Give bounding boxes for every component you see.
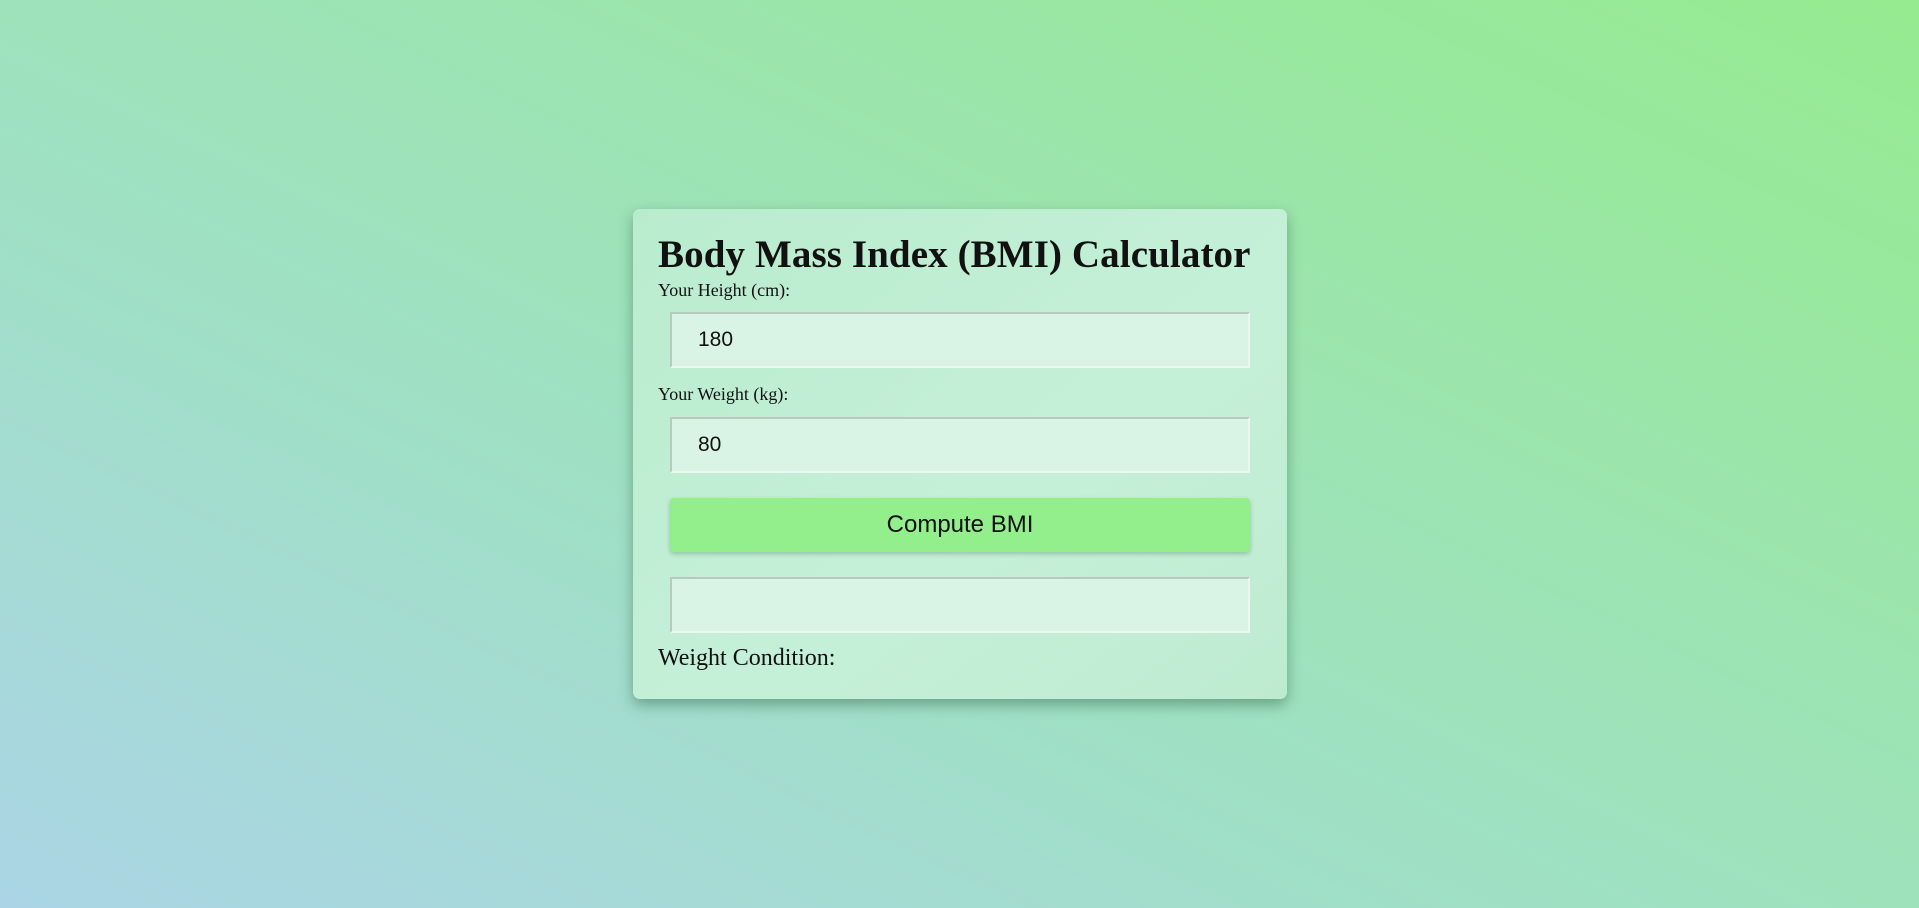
bmi-calculator-card: Body Mass Index (BMI) Calculator Your He… (633, 209, 1287, 699)
height-label: Your Height (cm): (658, 280, 791, 300)
weight-input[interactable] (670, 417, 1250, 473)
page-title: Body Mass Index (BMI) Calculator (658, 233, 1251, 276)
page-background: { "calculator": { "title": "Body Mass In… (0, 0, 1919, 908)
weight-label: Your Weight (kg): (658, 384, 789, 404)
weight-condition-label: Weight Condition: (658, 645, 836, 671)
bmi-result-field (670, 577, 1250, 633)
compute-bmi-button[interactable]: Compute BMI (670, 498, 1250, 552)
height-input[interactable] (670, 312, 1250, 368)
